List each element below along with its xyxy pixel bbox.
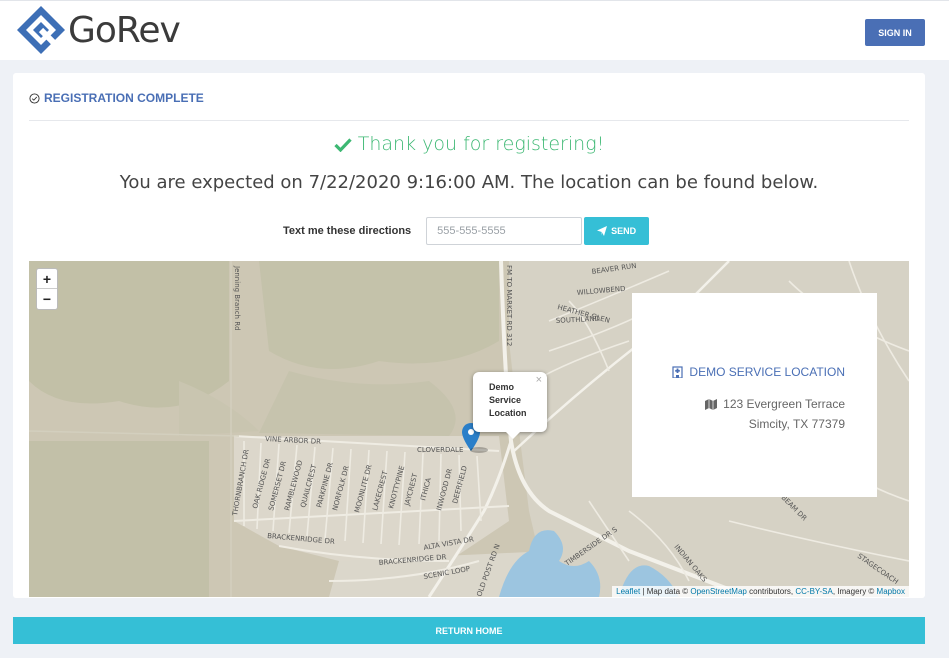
brand-name: GoRev bbox=[68, 9, 181, 51]
location-name: DEMO SERVICE LOCATION bbox=[689, 365, 845, 379]
expected-prefix: You are expected on bbox=[119, 172, 309, 193]
road-label-jenning: Jenning Branch Rd bbox=[233, 265, 241, 331]
text-directions-row: Text me these directions SEND bbox=[283, 217, 650, 245]
gorev-logo-icon bbox=[16, 5, 66, 55]
thanks-text: Thank you for registering! bbox=[357, 133, 605, 155]
zoom-in-button[interactable]: + bbox=[37, 269, 57, 289]
brand-logo[interactable]: GoRev bbox=[16, 5, 181, 55]
top-bar: GoRev SIGN IN bbox=[0, 0, 949, 60]
popup-line-3: Location bbox=[489, 408, 527, 418]
card-title: REGISTRATION COMPLETE bbox=[44, 91, 204, 105]
address-line-1: 123 Evergreen Terrace bbox=[723, 397, 845, 411]
phone-input[interactable] bbox=[426, 217, 583, 245]
checkmark-icon bbox=[334, 138, 352, 153]
popup-close-button[interactable]: × bbox=[536, 374, 542, 387]
hospital-building-icon bbox=[672, 366, 684, 378]
leaflet-link[interactable]: Leaflet bbox=[616, 587, 640, 596]
popup-line-2: Service bbox=[489, 395, 522, 405]
mapbox-link[interactable]: Mapbox bbox=[877, 587, 905, 596]
paper-plane-icon bbox=[597, 226, 608, 236]
attrib-sep-3: , Imagery © bbox=[832, 587, 877, 596]
road-label-fm: FM TO MARKET RD 312 bbox=[505, 265, 513, 346]
popup-tip bbox=[505, 431, 521, 439]
license-link[interactable]: CC-BY-SA bbox=[795, 587, 833, 596]
location-info-box: DEMO SERVICE LOCATION 123 Evergreen Terr… bbox=[632, 293, 877, 497]
address-line-1-row: 123 Evergreen Terrace bbox=[705, 397, 845, 411]
location-map[interactable]: Jenning Branch Rd FM TO MARKET RD 312 VI… bbox=[29, 261, 909, 597]
address-line-2: Simcity, TX 77379 bbox=[748, 417, 845, 431]
attrib-sep-1: | Map data © bbox=[640, 587, 691, 596]
sign-in-button[interactable]: SIGN IN bbox=[865, 19, 925, 46]
send-button[interactable]: SEND bbox=[584, 217, 650, 245]
check-circle-icon bbox=[29, 92, 40, 104]
expected-message: You are expected on 7/22/2020 9:16:00 AM… bbox=[13, 172, 925, 193]
thanks-message: Thank you for registering! bbox=[13, 133, 925, 155]
map-icon bbox=[705, 398, 718, 410]
zoom-control: + − bbox=[36, 268, 58, 310]
popup-line-1: Demo bbox=[489, 382, 515, 392]
map-attribution: Leaflet | Map data © OpenStreetMap contr… bbox=[612, 586, 909, 597]
map-popup: × Demo Service Location bbox=[473, 372, 547, 432]
attrib-sep-2: contributors, bbox=[746, 587, 796, 596]
send-label: SEND bbox=[611, 226, 637, 236]
return-home-button[interactable]: RETURN HOME bbox=[13, 617, 925, 644]
card-header: REGISTRATION COMPLETE bbox=[29, 91, 204, 105]
openstreetmap-link[interactable]: OpenStreetMap bbox=[690, 587, 746, 596]
registration-card: REGISTRATION COMPLETE Thank you for regi… bbox=[13, 73, 925, 598]
zoom-out-button[interactable]: − bbox=[37, 289, 57, 309]
expected-datetime: 7/22/2020 9:16:00 AM bbox=[308, 172, 510, 193]
expected-suffix: . The location can be found below. bbox=[509, 172, 819, 193]
text-directions-label: Text me these directions bbox=[283, 225, 412, 237]
road-label-cloverdale: CLOVERDALE bbox=[417, 446, 463, 454]
location-name-row: DEMO SERVICE LOCATION bbox=[672, 365, 845, 379]
divider bbox=[29, 120, 909, 121]
